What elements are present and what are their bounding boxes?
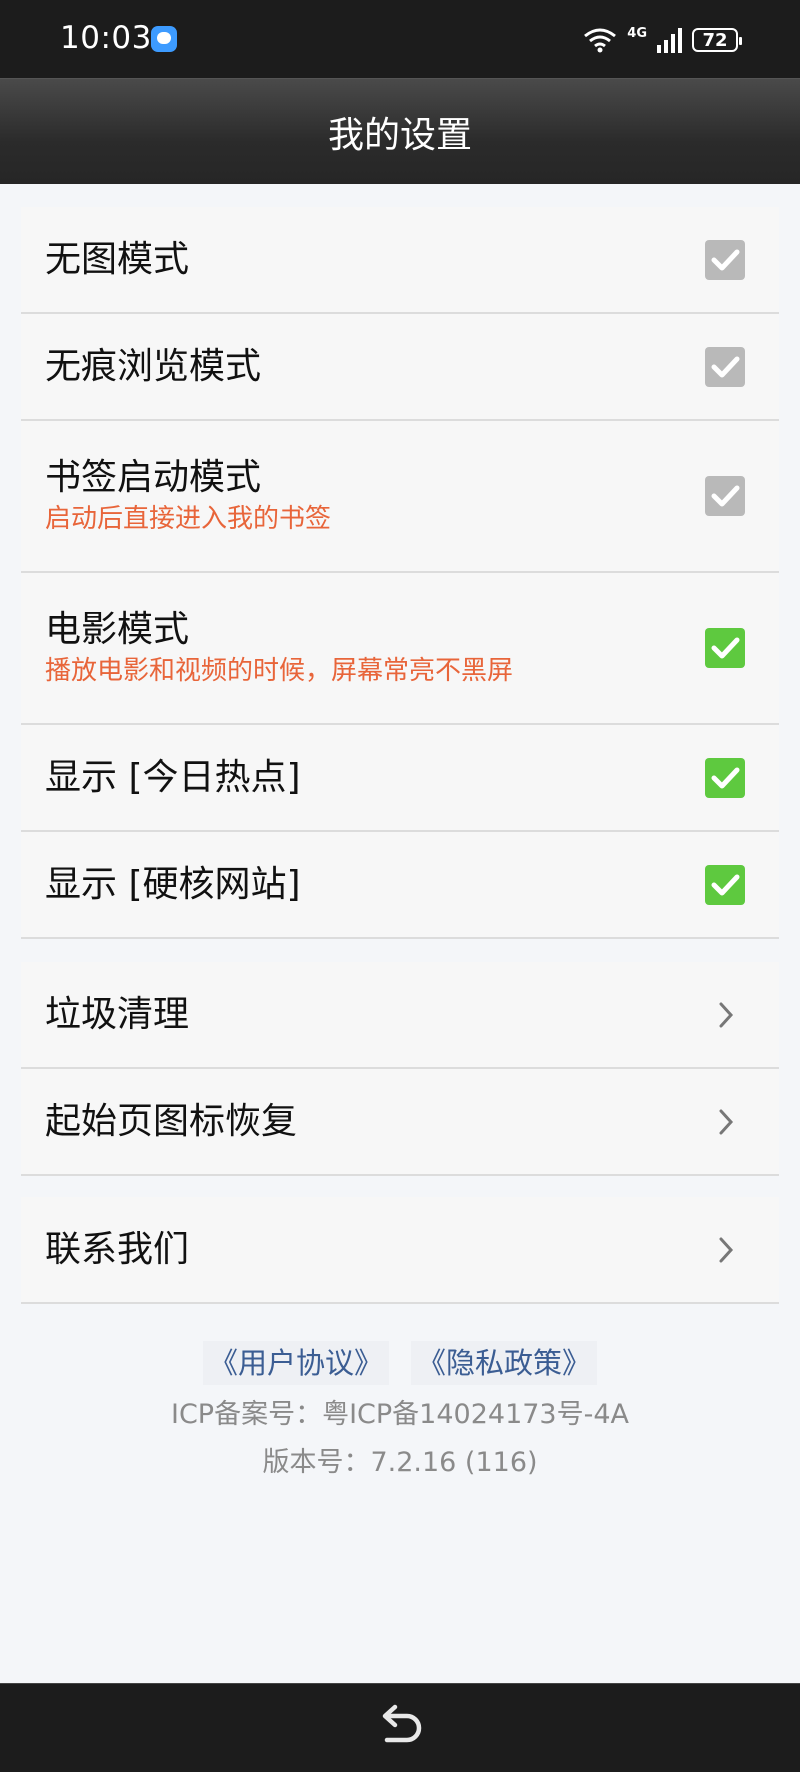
- setting-incognito-mode[interactable]: 无痕浏览模式: [21, 314, 779, 421]
- chevron-right-icon: [719, 1002, 734, 1027]
- battery-icon: 72: [692, 28, 742, 52]
- legal-links: 《用户协议》 《隐私政策》: [0, 1341, 800, 1385]
- checkmark-icon: [711, 356, 740, 377]
- contact-us-item[interactable]: 联系我们: [21, 1197, 779, 1304]
- movie-mode-checkbox[interactable]: [705, 628, 745, 668]
- show-hardcore-sites-checkbox[interactable]: [705, 864, 745, 905]
- checkmark-icon: [711, 874, 740, 895]
- setting-label: 电影模式: [45, 609, 190, 650]
- setting-no-image-mode[interactable]: 无图模式: [21, 207, 779, 314]
- status-time: 10:03: [60, 20, 152, 56]
- setting-label: 无图模式: [45, 238, 190, 280]
- no-image-mode-checkbox[interactable]: [705, 239, 745, 280]
- incognito-mode-checkbox[interactable]: [705, 346, 745, 387]
- title-bar: 我的设置: [0, 78, 800, 184]
- setting-label: 无痕浏览模式: [45, 345, 262, 387]
- user-agreement-link[interactable]: 《用户协议》: [202, 1341, 389, 1385]
- network-type: 4G: [627, 25, 647, 41]
- status-bar: 10:03 4G 72: [0, 0, 800, 78]
- checkmark-icon: [711, 767, 740, 788]
- junk-cleanup-item[interactable]: 垃圾清理: [21, 962, 779, 1069]
- restore-start-icons-item[interactable]: 起始页图标恢复: [21, 1069, 779, 1176]
- checkmark-icon: [711, 485, 740, 507]
- tools-card: 垃圾清理 起始页图标恢复: [21, 962, 779, 1176]
- battery-level: 72: [702, 29, 728, 51]
- checkmark-icon: [711, 637, 740, 659]
- setting-description: 播放电影和视频的时候，屏幕常亮不黑屏: [45, 656, 514, 686]
- chevron-right-icon: [719, 1109, 734, 1134]
- chat-app-icon: [151, 26, 177, 52]
- page-title: 我的设置: [327, 114, 472, 156]
- chevron-right-icon: [719, 1237, 734, 1262]
- setting-label: 显示 [硬核网站]: [45, 863, 301, 905]
- settings-card: 无图模式 无痕浏览模式 书签启动模式 启动后直接进入我的书签 电影模式 播放电影…: [21, 207, 779, 939]
- setting-label: 起始页图标恢复: [45, 1100, 298, 1142]
- setting-label: 显示 [今日热点]: [45, 756, 301, 798]
- back-icon[interactable]: [373, 1701, 427, 1755]
- show-hot-today-checkbox[interactable]: [705, 757, 745, 798]
- setting-label: 联系我们: [45, 1228, 190, 1270]
- signal-icon: [657, 27, 682, 53]
- setting-description: 启动后直接进入我的书签: [45, 504, 332, 534]
- setting-label: 垃圾清理: [45, 993, 190, 1035]
- setting-label: 书签启动模式: [45, 457, 262, 498]
- setting-movie-mode[interactable]: 电影模式 播放电影和视频的时候，屏幕常亮不黑屏: [21, 573, 779, 725]
- version-info: 版本号：7.2.16 (116): [262, 1447, 538, 1478]
- privacy-policy-link[interactable]: 《隐私政策》: [411, 1341, 598, 1385]
- bookmark-launch-mode-checkbox[interactable]: [705, 476, 745, 516]
- contact-card: 联系我们: [21, 1197, 779, 1304]
- checkmark-icon: [711, 249, 740, 270]
- setting-show-hardcore-sites[interactable]: 显示 [硬核网站]: [21, 832, 779, 939]
- status-icons: 4G 72: [583, 23, 742, 57]
- setting-bookmark-launch-mode[interactable]: 书签启动模式 启动后直接进入我的书签: [21, 421, 779, 573]
- setting-show-hot-today[interactable]: 显示 [今日热点]: [21, 725, 779, 832]
- wifi-icon: [584, 28, 617, 53]
- icp-record: ICP备案号：粤ICP备14024173号-4A: [170, 1399, 629, 1430]
- bottom-bar: [0, 1683, 800, 1772]
